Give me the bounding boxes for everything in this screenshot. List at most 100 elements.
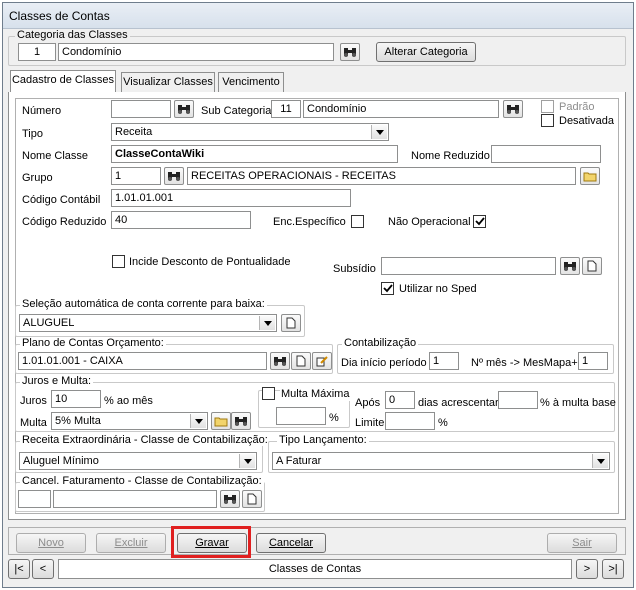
cancelar-label: Cancelar — [268, 537, 314, 549]
tab-visualizar-classes[interactable]: Visualizar Classes — [121, 72, 215, 92]
cancel-new-button[interactable] — [242, 490, 262, 508]
chevron-down-icon[interactable] — [371, 125, 387, 139]
dia-inicio-input[interactable]: 1 — [429, 352, 459, 370]
incide-desconto-label: Incide Desconto de Pontualidade — [129, 256, 291, 268]
multa-maxima-checkbox[interactable] — [262, 387, 275, 400]
limite-pct-label: % — [438, 417, 448, 429]
mes-mapa-input[interactable]: 1 — [578, 352, 608, 370]
multa-maxima-input[interactable] — [276, 407, 326, 425]
sair-button[interactable]: Sair — [547, 533, 617, 553]
document-icon — [587, 260, 597, 272]
plano-legend: Plano de Contas Orçamento: — [20, 337, 166, 349]
subcategoria-code-input[interactable]: 11 — [271, 100, 301, 118]
excluir-label: Excluir — [114, 537, 148, 549]
selecao-legend: Seleção automática de conta corrente par… — [20, 298, 267, 310]
grupo-folder-button[interactable] — [580, 167, 600, 185]
binoculars-icon — [224, 495, 236, 504]
excluir-button[interactable]: Excluir — [96, 533, 166, 553]
multa-search-button[interactable] — [231, 412, 251, 430]
subsidio-input[interactable] — [381, 257, 556, 275]
numero-search-button[interactable] — [174, 100, 194, 118]
plano-new-button[interactable] — [291, 352, 311, 370]
categoria-name-input[interactable]: Condomínio — [58, 43, 334, 61]
codigo-reduzido-label: Código Reduzido — [22, 216, 107, 228]
alterar-categoria-button[interactable]: Alterar Categoria — [376, 42, 476, 62]
plano-input[interactable]: 1.01.01.001 - CAIXA — [18, 352, 267, 370]
nome-reduzido-label: Nome Reduzido — [411, 150, 490, 162]
sair-label: Sair — [572, 537, 592, 549]
nav-first-button[interactable]: |< — [8, 559, 30, 579]
folder-icon — [583, 172, 597, 181]
binoculars-icon — [507, 105, 519, 114]
multa-maxima-label: Multa Máxima — [280, 387, 351, 401]
multa-folder-button[interactable] — [211, 412, 231, 430]
dias-acrescentar-input[interactable] — [498, 391, 538, 409]
incide-desconto-checkbox[interactable] — [112, 255, 125, 268]
juros-input[interactable]: 10 — [51, 390, 101, 408]
multa-base-label: % à multa base — [540, 397, 616, 409]
numero-label: Número — [22, 105, 62, 117]
utilizar-sped-checkbox[interactable] — [381, 282, 394, 295]
selecao-select[interactable]: ALUGUEL — [19, 314, 277, 332]
mes-mapa-label: Nº mês -> MesMapa+ — [471, 357, 578, 369]
edit-icon — [316, 356, 328, 367]
receita-extra-select[interactable]: Aluguel Mínimo — [19, 452, 257, 470]
codigo-reduzido-input[interactable]: 40 — [111, 211, 251, 229]
nav-next-button[interactable]: > — [576, 559, 598, 579]
apos-label: Após — [355, 397, 381, 409]
tipo-value: Receita — [115, 126, 153, 138]
multa-select[interactable]: 5% Multa — [51, 412, 208, 430]
subsidio-label: Subsídio — [333, 263, 376, 275]
nav-last-button[interactable]: >| — [602, 559, 624, 579]
nao-operacional-checkbox[interactable] — [473, 215, 486, 228]
tipo-lancamento-select[interactable]: A Faturar — [272, 452, 610, 470]
gravar-button[interactable]: Gravar — [177, 533, 247, 553]
categoria-legend: Categoria das Classes — [15, 29, 130, 41]
selecao-new-button[interactable] — [281, 314, 301, 332]
enc-especifico-checkbox[interactable] — [351, 215, 364, 228]
juros-multa-legend: Juros e Multa: — [20, 375, 94, 387]
window-title: Classes de Contas — [9, 9, 110, 23]
chevron-down-icon[interactable] — [239, 454, 255, 468]
chevron-down-icon[interactable] — [592, 454, 608, 468]
novo-label: Novo — [38, 537, 64, 549]
subsidio-new-button[interactable] — [582, 257, 602, 275]
categoria-search-button[interactable] — [340, 43, 360, 61]
cancel-name-input[interactable] — [53, 490, 217, 508]
tipo-lancamento-value: A Faturar — [276, 455, 322, 467]
document-icon — [296, 355, 306, 367]
apos-input[interactable]: 0 — [385, 391, 415, 409]
subsidio-search-button[interactable] — [560, 257, 580, 275]
subcategoria-search-button[interactable] — [503, 100, 523, 118]
limite-input[interactable] — [385, 412, 435, 430]
grupo-code-input[interactable]: 1 — [111, 167, 161, 185]
cancelar-button[interactable]: Cancelar — [256, 533, 326, 553]
numero-input[interactable] — [111, 100, 171, 118]
categoria-code-input[interactable]: 1 — [18, 43, 56, 61]
chevron-down-icon[interactable] — [259, 316, 275, 330]
tipo-lancamento-legend: Tipo Lançamento: — [277, 434, 369, 446]
nav-prev-button[interactable]: < — [32, 559, 54, 579]
binoculars-icon — [168, 172, 180, 181]
cancel-code-input[interactable] — [18, 490, 51, 508]
nome-reduzido-input[interactable] — [491, 145, 601, 163]
grupo-name-input[interactable]: RECEITAS OPERACIONAIS - RECEITAS — [187, 167, 576, 185]
subcategoria-name-input[interactable]: Condomínio — [303, 100, 499, 118]
padrao-label: Padrão — [559, 101, 595, 113]
grupo-search-button[interactable] — [164, 167, 184, 185]
padrao-checkbox[interactable] — [541, 100, 554, 113]
plano-edit-button[interactable] — [312, 352, 332, 370]
nome-classe-input[interactable]: ClasseContaWiki — [111, 145, 398, 163]
codigo-contabil-input[interactable]: 1.01.01.001 — [111, 189, 351, 207]
tab-vencimento[interactable]: Vencimento — [218, 72, 284, 92]
tab-cadastro-de-classes[interactable]: Cadastro de Classes — [10, 70, 116, 92]
folder-icon — [214, 417, 228, 426]
chevron-down-icon[interactable] — [190, 414, 206, 428]
dia-inicio-label: Dia início período — [341, 357, 427, 369]
tipo-select[interactable]: Receita — [111, 123, 389, 141]
desativada-checkbox[interactable] — [541, 114, 554, 127]
plano-search-button[interactable] — [270, 352, 290, 370]
novo-button[interactable]: Novo — [16, 533, 86, 553]
cancel-search-button[interactable] — [220, 490, 240, 508]
checkmark-icon — [382, 284, 393, 293]
